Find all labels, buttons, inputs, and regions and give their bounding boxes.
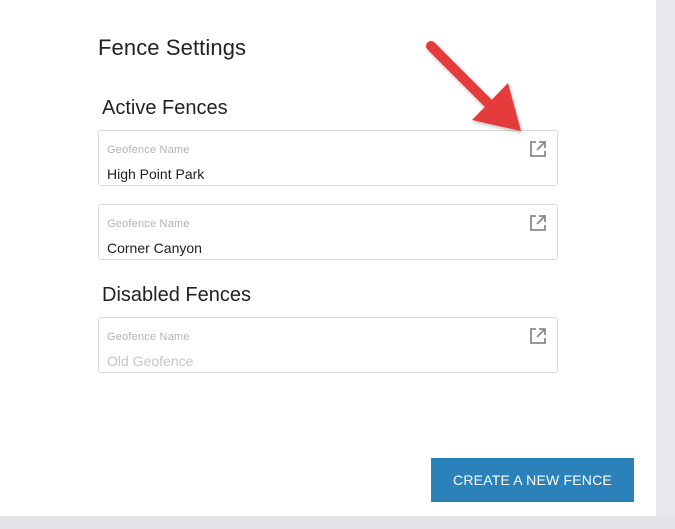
geofence-name-label: Geofence Name: [107, 144, 190, 156]
scroll-gutter: [656, 0, 675, 516]
geofence-name-label: Geofence Name: [107, 218, 190, 230]
geofence-name-value: Old Geofence: [107, 353, 194, 369]
open-in-new-icon[interactable]: [528, 213, 548, 233]
page-title: Fence Settings: [98, 35, 247, 60]
create-new-fence-button[interactable]: CREATE A NEW FENCE: [431, 458, 634, 502]
fence-card-active-2: Geofence Name Corner Canyon: [98, 204, 558, 260]
geofence-name-value: Corner Canyon: [107, 240, 202, 256]
settings-panel: Fence Settings Active Fences Geofence Na…: [0, 0, 656, 516]
open-in-new-icon[interactable]: [528, 139, 548, 159]
fence-card-disabled-1: Geofence Name Old Geofence: [98, 317, 558, 373]
open-in-new-icon[interactable]: [528, 326, 548, 346]
page: Fence Settings Active Fences Geofence Na…: [0, 0, 675, 529]
active-fences-heading: Active Fences: [102, 97, 228, 119]
geofence-name-label: Geofence Name: [107, 331, 190, 343]
disabled-fences-heading: Disabled Fences: [102, 284, 251, 306]
fence-card-active-1: Geofence Name High Point Park: [98, 130, 558, 186]
geofence-name-value: High Point Park: [107, 166, 205, 182]
